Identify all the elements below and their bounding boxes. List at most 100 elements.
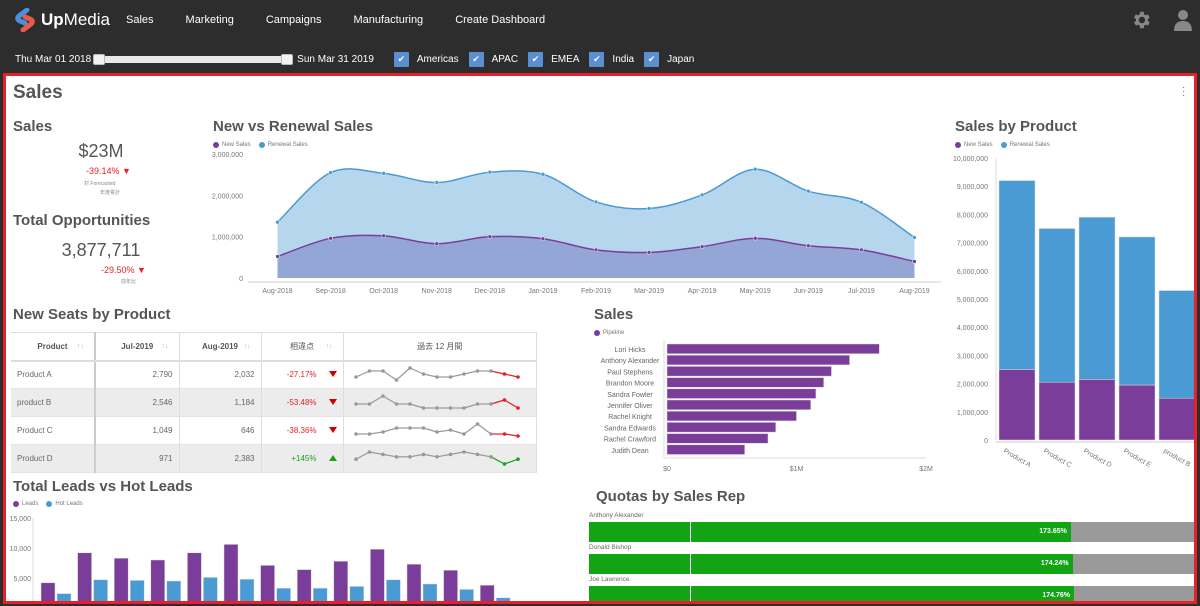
y-tick-label: 6,000,000 [957, 269, 988, 276]
sparkline-segment [395, 367, 410, 381]
bar-leads [150, 559, 166, 601]
sparkline-point [488, 401, 493, 406]
legend-item: Leads [13, 501, 38, 507]
col-aug-2019[interactable]: Aug-2019 ↑↓ [179, 332, 262, 362]
leads-chart[interactable]: 05,00010,00015,000 [6, 508, 591, 604]
data-point [275, 219, 280, 225]
sparkline-point [434, 374, 439, 379]
region-japan[interactable]: ✔ Japan [644, 51, 694, 67]
region-americas[interactable]: ✔ Americas [393, 51, 459, 67]
sparkline [353, 393, 520, 410]
bar-leads [223, 544, 239, 601]
sort-icon[interactable]: ↑↓ [77, 343, 84, 350]
sales-by-product-chart[interactable]: 0 1,000,000 2,000,000 3,000,000 4,000,000 5,0… [941, 148, 1196, 478]
nav-manufacturing[interactable]: Manufacturing [353, 14, 423, 26]
new-vs-renewal-chart[interactable]: 0 1,000,000 2,000,000 3,000,000 Aug-2018 Sep-… [201, 148, 946, 298]
sparkline-segment [463, 402, 478, 409]
table-row[interactable]: product B 2,546 1,184 -53.48% [11, 388, 537, 417]
region-emea[interactable]: ✔ EMEA [528, 51, 580, 67]
checkbox-checked-icon[interactable]: ✔ [644, 51, 660, 67]
region-label: EMEA [551, 53, 580, 65]
bar-pipeline [666, 399, 811, 410]
slider-handle-start[interactable] [93, 54, 106, 65]
pipeline-chart[interactable]: Lori Hicks Anthony Alexander Paul Stephens… [586, 338, 946, 478]
y-tick-label: 0 [984, 438, 988, 445]
sparkline-point [353, 401, 358, 406]
y-tick-label: Brandon Moore [606, 381, 654, 388]
data-point [646, 250, 652, 255]
bar-leads [406, 563, 422, 601]
quota-rep-name: Donald Bishop [589, 544, 632, 551]
cell-sparkline [343, 360, 537, 389]
checkbox-checked-icon[interactable]: ✔ [468, 51, 484, 67]
nav-create-dashboard[interactable]: Create Dashboard [455, 14, 545, 26]
sparkline-point [394, 377, 398, 382]
kpi-opportunities-sub: 前年比 [121, 279, 137, 285]
bar-new-sales [998, 369, 1036, 441]
slider-track[interactable] [95, 56, 292, 63]
nav-sales[interactable]: Sales [126, 14, 154, 26]
bar-pipeline [666, 377, 824, 388]
data-point [912, 235, 917, 240]
sparkline-point [434, 405, 439, 410]
sparkline-segment [409, 453, 424, 457]
trend-down-icon [328, 371, 337, 378]
kebab-icon[interactable]: · · · [1182, 83, 1186, 101]
sparkline-point [380, 393, 385, 398]
sparkline-point [502, 371, 506, 376]
logo[interactable]: UpMedia [13, 8, 110, 32]
slider-handle-end[interactable] [281, 54, 294, 65]
legend-dot [46, 501, 53, 507]
data-point [487, 169, 493, 175]
y-tick-label: 0 [239, 276, 243, 283]
bar-pipeline [666, 433, 769, 444]
col-jul-2019[interactable]: Jul-2019 ↑↓ [95, 332, 180, 362]
date-start: Thu Mar 01 2018 [15, 53, 92, 65]
sparkline-point [380, 368, 385, 373]
bar-leads [443, 569, 458, 601]
region-apac[interactable]: ✔ APAC [468, 51, 518, 67]
sparkline-point [461, 431, 466, 436]
nav-campaigns[interactable]: Campaigns [266, 14, 322, 26]
y-tick-label: Anthony Alexander [601, 358, 660, 365]
bar-pipeline [666, 366, 832, 377]
sparkline-segment [490, 398, 505, 405]
sparkline-point [488, 431, 493, 436]
sparkline-segment [382, 394, 397, 405]
col-product[interactable]: Product ↑↓ [11, 332, 96, 362]
table-row[interactable]: Product C 1,049 646 -38.36% [11, 416, 537, 445]
x-tick-label: product B [1162, 448, 1192, 469]
data-point [328, 170, 333, 175]
quota-bar[interactable]: 174.24% [589, 554, 1194, 574]
y-tick-label: 8,000,000 [957, 212, 988, 219]
date-range-slider[interactable] [93, 54, 294, 65]
quota-bar[interactable]: 173.65% [589, 522, 1194, 542]
bar-renewal-sales [998, 180, 1036, 370]
y-tick-label: 4,000,000 [957, 325, 988, 332]
sparkline-point [380, 429, 385, 434]
sort-icon[interactable]: ↑↓ [244, 343, 251, 350]
sparkline-point [407, 365, 412, 370]
table-row[interactable]: Product A 2,790 2,032 -27.17% [11, 360, 537, 389]
x-tick-label: Apr-2019 [688, 288, 717, 295]
table-row[interactable]: Product D 971 2,383 +145% [11, 444, 537, 473]
quota-value: 174.76% [1042, 592, 1070, 599]
sort-icon[interactable]: ↑↓ [162, 343, 169, 350]
quota-bar[interactable]: 174.76% [589, 586, 1194, 601]
checkbox-checked-icon[interactable]: ✔ [528, 51, 544, 67]
col-difference[interactable]: 相違点 ↑↓ [261, 332, 344, 362]
x-tick-label: Sep-2018 [315, 288, 345, 295]
user-icon[interactable] [1173, 9, 1193, 31]
brand-name: UpMedia [41, 10, 110, 29]
y-tick-label: 7,000,000 [957, 241, 988, 248]
checkbox-checked-icon[interactable]: ✔ [393, 51, 409, 67]
gear-icon[interactable] [1130, 9, 1152, 31]
sparkline-point [448, 452, 452, 456]
checkbox-checked-icon[interactable]: ✔ [589, 51, 605, 67]
sparkline-segment [503, 432, 518, 437]
column-label: 過去 12 月間 [417, 341, 463, 351]
nav-marketing[interactable]: Marketing [186, 14, 234, 26]
sort-icon[interactable]: ↑↓ [326, 343, 333, 350]
cell-jul: 971 [95, 444, 180, 473]
region-india[interactable]: ✔ India [589, 51, 634, 67]
